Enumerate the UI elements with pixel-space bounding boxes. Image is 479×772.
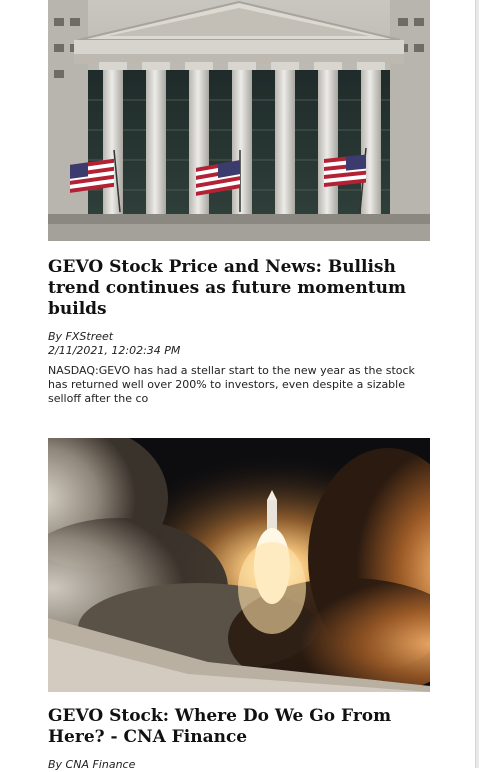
stock-exchange-photo xyxy=(48,0,430,241)
article-image-rocket-launch[interactable] xyxy=(48,438,430,692)
article-card: GEVO Stock: Where Do We Go From Here? - … xyxy=(48,438,430,772)
article-summary: NASDAQ:GEVO has had a stellar start to t… xyxy=(48,364,415,405)
article-image-nyse-building[interactable] xyxy=(48,0,430,241)
rocket-launch-photo xyxy=(48,438,430,692)
article-byline: By CNA Finance xyxy=(48,758,136,771)
news-feed: GEVO Stock Price and News: Bullish trend… xyxy=(48,0,430,771)
article-date: 2/11/2021, 12:02:34 PM xyxy=(48,344,181,357)
article-title[interactable]: GEVO Stock Price and News: Bullish trend… xyxy=(48,257,430,320)
article-title[interactable]: GEVO Stock: Where Do We Go From Here? - … xyxy=(48,706,430,748)
article-byline: By FXStreet xyxy=(48,330,114,343)
page-scrollbar[interactable] xyxy=(475,0,479,768)
article-card: GEVO Stock Price and News: Bullish trend… xyxy=(48,0,430,406)
